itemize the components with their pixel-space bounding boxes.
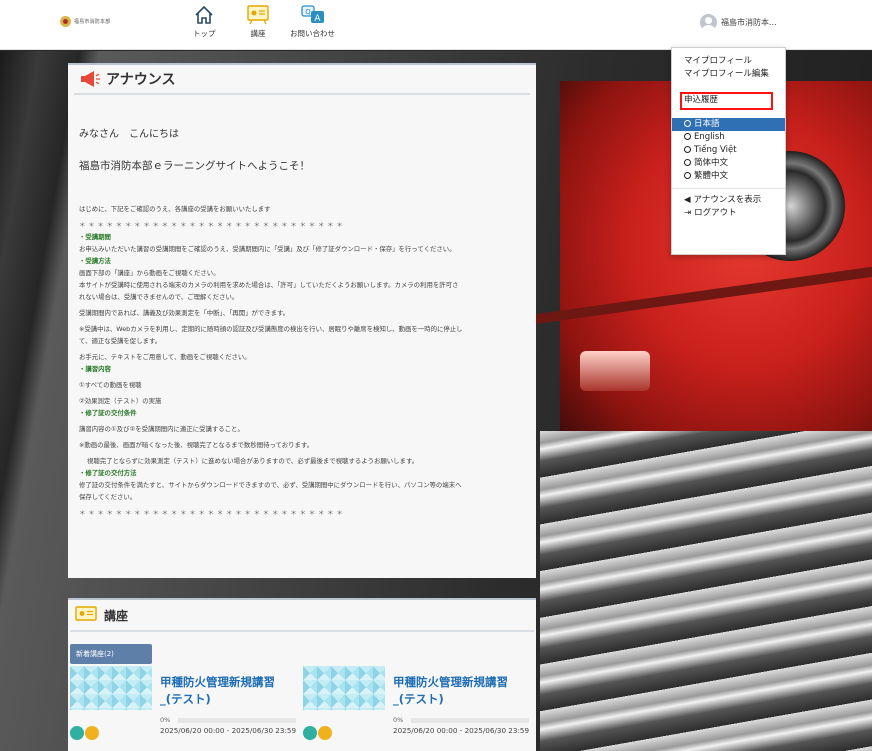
paragraph: 画面下部の「講座」から動画をご視聴ください。 bbox=[79, 269, 220, 277]
announcement-header: アナウンス bbox=[74, 65, 530, 95]
paragraph: 修了証の交付条件を満たすと、サイトからダウンロードできますので、必ず、受講期間中… bbox=[79, 481, 462, 489]
user-menu-toggle[interactable]: 福島市消防本... bbox=[700, 14, 777, 31]
course-thumbnail[interactable] bbox=[303, 666, 385, 710]
globe-icon bbox=[684, 120, 691, 127]
menu-item-label: Tiếng Việt bbox=[694, 145, 737, 155]
section-heading: ・講習内容 bbox=[79, 365, 111, 373]
top-header: 福島市消防本部 トップ 講座 A Q お問い合わせ 福島市消防本... bbox=[0, 0, 872, 50]
site-logo[interactable]: 福島市消防本部 bbox=[60, 16, 110, 27]
nav-contact-label: お問い合わせ bbox=[290, 29, 335, 38]
paragraph: お手元に、テキストをご用意して、動画をご視聴ください。 bbox=[79, 353, 251, 361]
course-card[interactable]: 甲種防火管理新規講習_(テスト) 0% 2025/06/20 00:00 - 2… bbox=[70, 666, 296, 751]
lecture-icon bbox=[247, 5, 269, 25]
truck-grille bbox=[540, 431, 872, 751]
truck-lamp bbox=[580, 351, 650, 391]
megaphone-icon bbox=[81, 71, 100, 87]
divider-stars: ＊＊＊＊＊＊＊＊＊＊＊＊＊＊＊＊＊＊＊＊＊＊＊＊＊＊＊＊＊ bbox=[79, 221, 346, 229]
menu-item-lang-vietnamese[interactable]: Tiếng Việt bbox=[672, 144, 785, 157]
menu-item-lang-traditional-chinese[interactable]: 繁體中文 bbox=[672, 170, 785, 183]
menu-item-label: English bbox=[694, 132, 725, 142]
paragraph: 本サイトが受講時に使用される端末のカメラの利用を求めた場合は、「許可」していただ… bbox=[79, 281, 459, 289]
paragraph: 受講期間内であれば、講義及び効果測定を「中断」、「再開」ができます。 bbox=[79, 309, 290, 317]
course-thumbnail[interactable] bbox=[70, 666, 152, 710]
paragraph: ※動画の最後、画面が暗くなった後、視聴完了となるまで数秒間待っております。 bbox=[79, 441, 314, 449]
megaphone-icon: ◀ bbox=[684, 195, 691, 205]
paragraph: 視聴完了とならずに効果測定（テスト）に進めない場合がありますので、必ず最後まで視… bbox=[87, 457, 419, 465]
menu-item-edit-profile[interactable]: マイプロフィール編集 bbox=[672, 68, 785, 81]
menu-item-lang-english[interactable]: English bbox=[672, 131, 785, 144]
document-icon bbox=[318, 726, 332, 740]
avatar bbox=[700, 14, 717, 31]
section-heading: ・受講期間 bbox=[79, 233, 111, 241]
announcement-body: みなさん こんにちは 福島市消防本部ｅラーニングサイトへようこそ！ はじめに、下… bbox=[76, 125, 528, 519]
section-heading: ・修了証の交付条件 bbox=[79, 409, 137, 417]
document-icon bbox=[85, 726, 99, 740]
progress-label: 0% bbox=[160, 716, 171, 724]
logo-text: 福島市消防本部 bbox=[74, 19, 111, 25]
course-period: 2025/06/20 00:00 - 2025/06/30 23:59 bbox=[160, 726, 297, 735]
globe-icon bbox=[684, 133, 691, 140]
announcement-panel: アナウンス みなさん こんにちは 福島市消防本部ｅラーニングサイトへようこそ！ … bbox=[68, 63, 536, 578]
greeting-text: みなさん こんにちは bbox=[79, 129, 179, 140]
menu-item-label: 日本語 bbox=[694, 119, 720, 129]
menu-item-application-history[interactable]: 申込履歴 bbox=[680, 92, 773, 110]
video-icon bbox=[70, 726, 84, 740]
globe-icon bbox=[684, 146, 691, 153]
paragraph: 保存してください。 bbox=[79, 493, 137, 501]
section-heading: ・修了証の交付方法 bbox=[79, 469, 137, 477]
paragraph: ②効果測定（テスト）の実施 bbox=[79, 397, 162, 405]
paragraph: ※受講中は、Webカメラを利用し、定期的に随時顔の認証及び受講態度の検出を行い、… bbox=[79, 325, 463, 333]
menu-item-label: 繁體中文 bbox=[694, 171, 729, 181]
progress-bar bbox=[411, 718, 529, 723]
progress-label: 0% bbox=[393, 716, 404, 724]
fire-department-emblem-icon bbox=[60, 16, 71, 27]
lecture-icon bbox=[75, 606, 97, 621]
menu-divider bbox=[672, 188, 785, 189]
user-name: 福島市消防本... bbox=[721, 18, 777, 27]
new-courses-tab[interactable]: 新着講座(2) bbox=[70, 644, 152, 664]
course-title: 講座 bbox=[104, 608, 129, 623]
menu-item-lang-japanese[interactable]: 日本語 bbox=[672, 118, 785, 131]
menu-item-label: アナウンスを表示 bbox=[693, 195, 762, 205]
nav-top[interactable]: トップ bbox=[193, 4, 216, 39]
globe-icon bbox=[684, 159, 691, 166]
course-card-title[interactable]: 甲種防火管理新規講習_(テスト) bbox=[160, 674, 290, 708]
menu-item-label: ログアウト bbox=[694, 208, 737, 218]
contact-icon: A Q bbox=[300, 5, 324, 24]
nav-lecture-label: 講座 bbox=[250, 29, 266, 38]
nav-lecture[interactable]: 講座 bbox=[246, 4, 270, 39]
announcement-title: アナウンス bbox=[106, 72, 176, 88]
paragraph: 講習内容の①及び②を受講期間内に適正に受講すること。 bbox=[79, 425, 244, 433]
menu-item-logout[interactable]: ⇥ ログアウト bbox=[672, 207, 785, 220]
paragraph: て、適正な受講を促します。 bbox=[79, 337, 162, 345]
course-card[interactable]: 甲種防火管理新規講習_(テスト) 0% 2025/06/20 00:00 - 2… bbox=[303, 666, 529, 751]
menu-item-lang-simplified-chinese[interactable]: 简体中文 bbox=[672, 157, 785, 170]
globe-icon bbox=[684, 172, 691, 179]
course-panel: 講座 新着講座(2) 甲種防火管理新規講習_(テスト) 0% 2025/06/2… bbox=[68, 598, 536, 751]
course-card-title[interactable]: 甲種防火管理新規講習_(テスト) bbox=[393, 674, 523, 708]
divider-stars: ＊＊＊＊＊＊＊＊＊＊＊＊＊＊＊＊＊＊＊＊＊＊＊＊＊＊＊＊＊ bbox=[79, 509, 346, 517]
menu-item-label: 简体中文 bbox=[694, 158, 729, 168]
welcome-text: 福島市消防本部ｅラーニングサイトへようこそ！ bbox=[79, 160, 310, 172]
svg-text:A: A bbox=[314, 14, 321, 24]
section-heading: ・受講方法 bbox=[79, 257, 111, 265]
home-icon bbox=[195, 5, 213, 24]
menu-item-show-announcement[interactable]: ◀ アナウンスを表示 bbox=[672, 194, 785, 207]
nav-top-label: トップ bbox=[193, 29, 216, 38]
course-header: 講座 bbox=[70, 600, 534, 632]
paragraph: れない場合は、受講できませんので、ご理解ください。 bbox=[79, 293, 239, 301]
user-dropdown-menu: マイプロフィール マイプロフィール編集 申込履歴 日本語 English Tiế… bbox=[671, 47, 786, 255]
nav-contact[interactable]: A Q お問い合わせ bbox=[290, 4, 335, 39]
paragraph: ①すべての動画を視聴 bbox=[79, 381, 142, 389]
intro-text: はじめに、下記をご確認のうえ、各講座の受講をお願いいたします bbox=[79, 205, 271, 213]
menu-item-my-profile[interactable]: マイプロフィール bbox=[672, 55, 785, 68]
logout-icon: ⇥ bbox=[684, 208, 692, 218]
video-icon bbox=[303, 726, 317, 740]
course-period: 2025/06/20 00:00 - 2025/06/30 23:59 bbox=[393, 726, 530, 735]
paragraph: お申込みいただいた講習の受講期間をご確認のうえ、受講期間内に「受講」及び「修了証… bbox=[79, 245, 456, 253]
svg-text:Q: Q bbox=[305, 8, 311, 16]
progress-bar bbox=[178, 718, 296, 723]
